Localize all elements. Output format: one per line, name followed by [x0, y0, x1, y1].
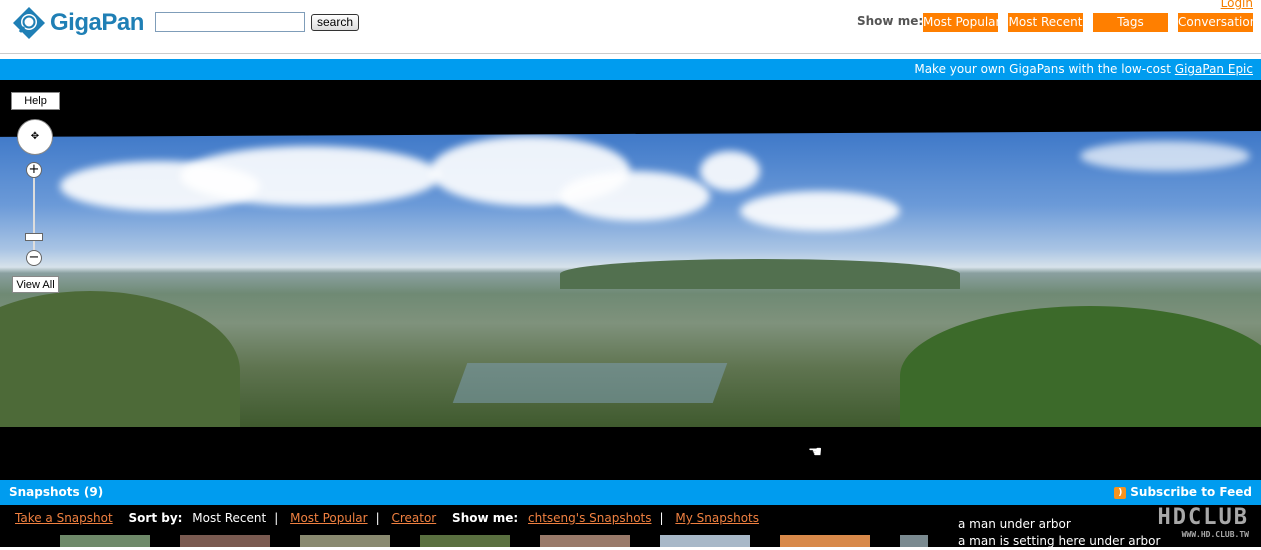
snapshot-thumbnail[interactable] [540, 535, 630, 547]
snapshot-thumbnail[interactable] [660, 535, 750, 547]
snapshot-captions: a man under arbor a man is setting here … [958, 516, 1160, 550]
panorama-image[interactable] [0, 131, 1261, 427]
logo-text: GigaPan [50, 9, 144, 36]
zoom-in-button[interactable]: + [26, 162, 42, 178]
panorama-viewer[interactable]: Help ✥ + − View All ☚ [0, 80, 1261, 480]
snapshot-thumbnail[interactable] [780, 535, 870, 547]
zoom-slider-handle[interactable] [25, 233, 43, 241]
hand-cursor-icon: ☚ [808, 442, 823, 461]
pan-control[interactable]: ✥ [17, 119, 53, 155]
zoom-out-button[interactable]: − [26, 250, 42, 266]
snapshot-thumbnail[interactable] [900, 535, 928, 547]
snapshot-thumbnail[interactable] [60, 535, 150, 547]
gigapan-logo[interactable]: GigaPan [12, 6, 144, 40]
login-link[interactable]: Login [1221, 0, 1253, 10]
subscribe-label: Subscribe to Feed [1130, 485, 1252, 499]
snapshot-caption: a man under arbor [958, 517, 1071, 531]
promo-bar: Make your own GigaPans with the low-cost… [0, 59, 1261, 80]
nav-tags[interactable]: Tags [1093, 13, 1168, 32]
sort-current: Most Recent [192, 511, 267, 525]
chtseng-snapshots-link[interactable]: chtseng's Snapshots [528, 511, 651, 525]
hdclub-watermark: HDCLUB WWW.HD.CLUB.TW [1157, 505, 1249, 539]
gigapan-epic-link[interactable]: GigaPan Epic [1175, 62, 1253, 76]
take-snapshot-link[interactable]: Take a Snapshot [15, 511, 113, 525]
snapshots-panel: Take a Snapshot Sort by: Most Recent | Mo… [0, 505, 1261, 550]
rss-icon: ) [1114, 486, 1127, 499]
my-snapshots-link[interactable]: My Snapshots [675, 511, 759, 525]
sort-label: Sort by: [128, 511, 183, 525]
divider [0, 53, 1261, 54]
promo-text: Make your own GigaPans with the low-cost [914, 62, 1175, 76]
sort-creator[interactable]: Creator [391, 511, 436, 525]
search-input[interactable] [155, 12, 305, 32]
nav-most-recent[interactable]: Most Recent [1008, 13, 1083, 32]
snapshots-title: Snapshots (9) [9, 485, 104, 499]
snapshot-thumbnail[interactable] [300, 535, 390, 547]
search-button[interactable]: search [311, 14, 360, 31]
snapshots-bar: Snapshots (9) ) Subscribe to Feed [0, 480, 1261, 505]
snapshot-thumbnail[interactable] [180, 535, 270, 547]
snapshot-thumbnail[interactable] [420, 535, 510, 547]
subscribe-feed-link[interactable]: ) Subscribe to Feed [1114, 480, 1252, 505]
snapshot-caption: a man is setting here under arbor [958, 534, 1161, 548]
help-button[interactable]: Help [11, 92, 60, 110]
show-me-label: Show me: [857, 14, 924, 28]
nav-conversations[interactable]: Conversations [1178, 13, 1253, 32]
gigapan-logo-icon [13, 7, 45, 39]
nav-most-popular[interactable]: Most Popular [923, 13, 998, 32]
sort-most-popular[interactable]: Most Popular [290, 511, 367, 525]
show-me-label-snapshots: Show me: [452, 511, 519, 525]
view-all-button[interactable]: View All [12, 276, 59, 293]
